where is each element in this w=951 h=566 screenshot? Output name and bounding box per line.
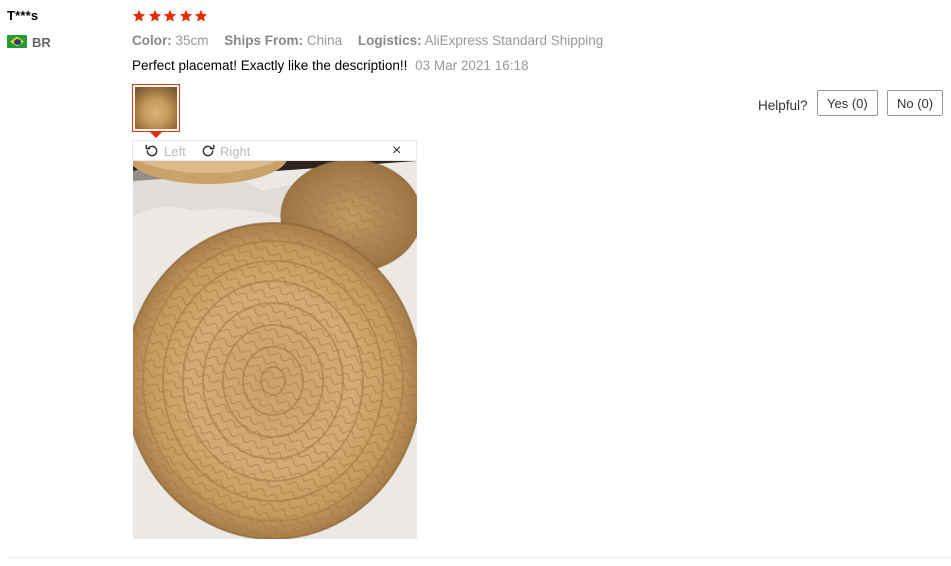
color-label: Color: xyxy=(132,33,172,48)
star-icon xyxy=(179,9,193,23)
placemat-photo xyxy=(133,161,417,539)
helpful-label: Helpful? xyxy=(758,98,808,113)
rotate-left-button[interactable]: Left xyxy=(144,143,186,159)
rotate-left-icon xyxy=(144,143,160,159)
image-viewer-toolbar: Left Right × xyxy=(132,140,417,161)
ships-from-label: Ships From: xyxy=(224,33,304,48)
star-icon xyxy=(132,9,146,23)
rotate-right-icon xyxy=(200,143,216,159)
review-photo-thumbnail[interactable] xyxy=(132,84,180,132)
ships-from-value: China xyxy=(306,33,343,48)
star-icon xyxy=(163,9,177,23)
star-icon xyxy=(194,9,208,23)
rotate-right-label: Right xyxy=(220,143,251,159)
helpful-yes-button[interactable]: Yes (0) xyxy=(817,90,878,116)
logistics-label: Logistics: xyxy=(357,33,422,48)
rotate-left-label: Left xyxy=(164,143,186,159)
reviewer-country: BR xyxy=(32,35,51,50)
order-info: Color: 35cm Ships From: China Logistics:… xyxy=(132,33,615,48)
color-value: 35cm xyxy=(175,33,209,48)
review-content: Perfect placemat! Exactly like the descr… xyxy=(132,58,528,73)
helpful-no-button[interactable]: No (0) xyxy=(887,90,944,116)
close-icon[interactable]: × xyxy=(392,141,401,161)
review-text: Perfect placemat! Exactly like the descr… xyxy=(132,58,408,73)
logistics-value: AliExpress Standard Shipping xyxy=(424,33,604,48)
reviewer-name: T***s xyxy=(7,8,39,23)
rotate-right-button[interactable]: Right xyxy=(200,143,250,159)
star-rating xyxy=(132,9,208,23)
thumbnail-pointer xyxy=(150,132,162,138)
review-date: 03 Mar 2021 16:18 xyxy=(415,58,529,73)
brazil-flag-icon xyxy=(7,35,27,48)
star-icon xyxy=(148,9,162,23)
review-photo xyxy=(133,161,417,539)
review-divider xyxy=(7,557,951,558)
